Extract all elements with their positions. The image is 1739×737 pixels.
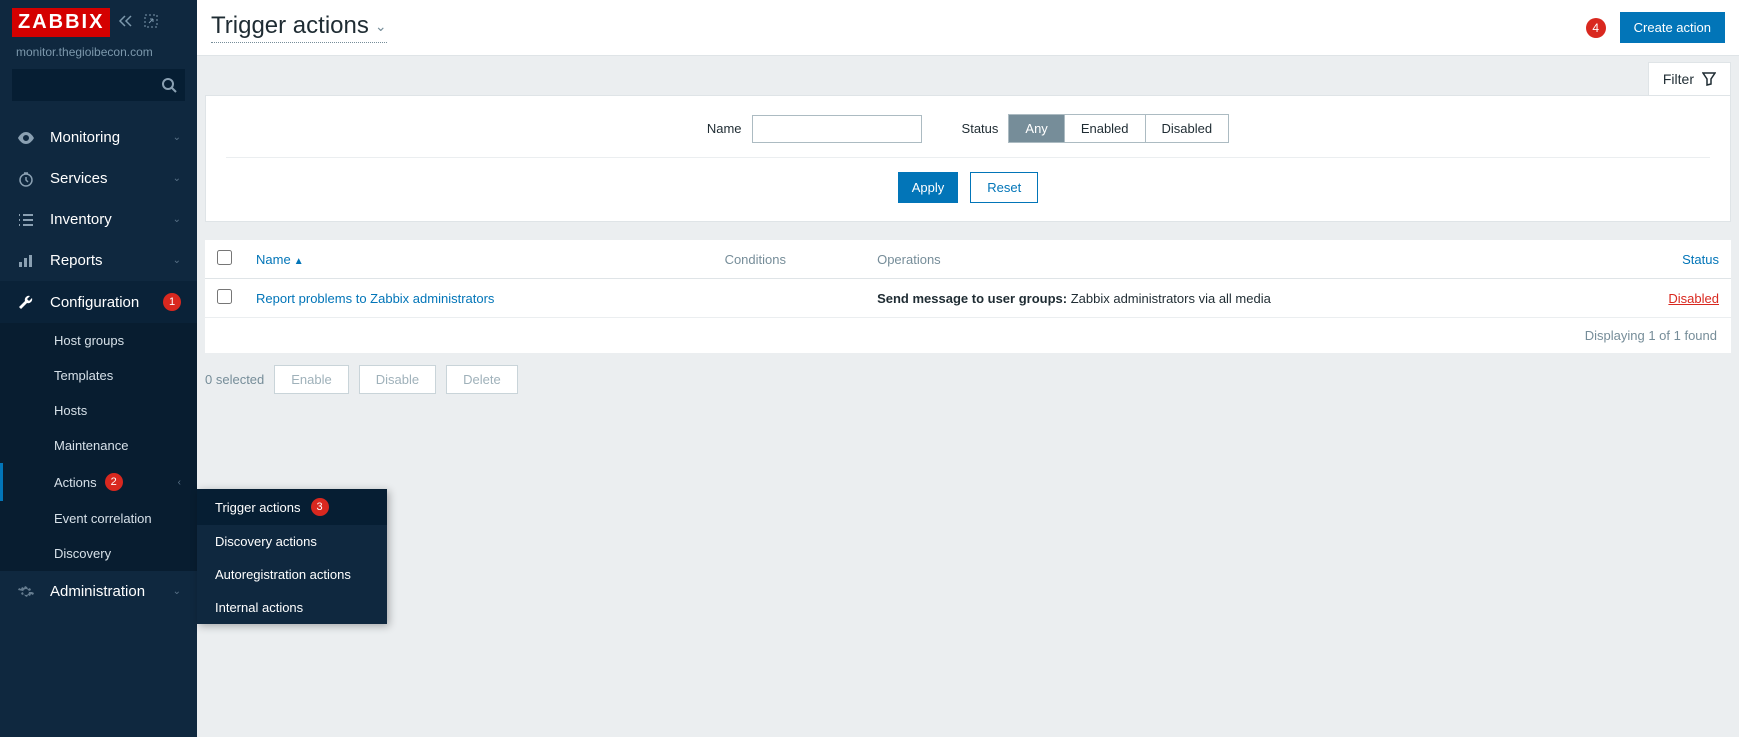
col-status[interactable]: Status xyxy=(1611,240,1731,279)
row-conditions xyxy=(713,279,866,318)
create-action-button[interactable]: Create action xyxy=(1620,12,1725,43)
nav-monitoring[interactable]: Monitoring ⌄ xyxy=(0,117,197,158)
flyout-discovery-actions[interactable]: Discovery actions xyxy=(197,525,387,558)
status-enabled[interactable]: Enabled xyxy=(1065,115,1146,142)
select-all-checkbox[interactable] xyxy=(217,250,232,265)
config-badge: 1 xyxy=(163,293,181,311)
col-conditions[interactable]: Conditions xyxy=(713,240,866,279)
sub-actions-label: Actions xyxy=(54,475,97,490)
sub-maintenance[interactable]: Maintenance xyxy=(0,428,197,463)
nav-configuration-label: Configuration xyxy=(50,294,149,311)
row-operations: Send message to user groups: Zabbix admi… xyxy=(865,279,1611,318)
sub-actions[interactable]: Actions 2 ‹ xyxy=(0,463,197,501)
filter-status-label: Status xyxy=(962,121,999,136)
flyout-trigger-label: Trigger actions xyxy=(215,500,301,515)
row-name-link[interactable]: Report problems to Zabbix administrators xyxy=(256,291,494,306)
status-any[interactable]: Any xyxy=(1009,115,1064,142)
mass-enable-button[interactable]: Enable xyxy=(274,365,348,394)
status-disabled[interactable]: Disabled xyxy=(1146,115,1229,142)
chevron-left-icon: ‹ xyxy=(178,477,181,488)
sub-templates[interactable]: Templates xyxy=(0,358,197,393)
nav-administration-label: Administration xyxy=(50,583,159,600)
chevron-down-icon: ⌄ xyxy=(173,173,181,184)
wrench-icon xyxy=(16,294,36,310)
status-radio-group: Any Enabled Disabled xyxy=(1008,114,1229,143)
header-badge: 4 xyxy=(1586,18,1606,38)
eye-icon xyxy=(16,132,36,144)
op-prefix: Send message to user groups: xyxy=(877,291,1067,306)
chevron-down-icon: ⌄ xyxy=(173,586,181,597)
search-input[interactable] xyxy=(12,69,185,101)
col-name[interactable]: Name▲ xyxy=(244,240,713,279)
search-icon xyxy=(161,77,177,93)
chevron-down-icon: ⌄ xyxy=(173,214,181,225)
mass-delete-button[interactable]: Delete xyxy=(446,365,518,394)
col-name-text: Name xyxy=(256,252,291,267)
page-title[interactable]: Trigger actions ⌄ xyxy=(211,12,387,43)
sub-discovery[interactable]: Discovery xyxy=(0,536,197,571)
chevron-down-icon: ⌄ xyxy=(173,255,181,266)
page-title-text: Trigger actions xyxy=(211,12,369,40)
apply-button[interactable]: Apply xyxy=(898,172,959,203)
table-row: Report problems to Zabbix administrators… xyxy=(205,279,1731,318)
chevron-down-icon: ⌄ xyxy=(173,132,181,143)
nav-services[interactable]: Services ⌄ xyxy=(0,158,197,199)
sub-host-groups[interactable]: Host groups xyxy=(0,323,197,358)
nav-services-label: Services xyxy=(50,170,159,187)
filter-toggle-label: Filter xyxy=(1663,71,1694,87)
logo[interactable]: ZABBIX xyxy=(12,8,110,37)
selected-count: 0 selected xyxy=(205,372,264,387)
chart-icon xyxy=(16,254,36,268)
sub-event-correlation[interactable]: Event correlation xyxy=(0,501,197,536)
nav-inventory-label: Inventory xyxy=(50,211,159,228)
nav-configuration[interactable]: Configuration 1 xyxy=(0,281,197,323)
row-status-link[interactable]: Disabled xyxy=(1668,291,1719,306)
nav-monitoring-label: Monitoring xyxy=(50,129,159,146)
sort-asc-icon: ▲ xyxy=(294,256,304,267)
gear-icon xyxy=(16,584,36,600)
filter-name-label: Name xyxy=(707,121,742,136)
nav-inventory[interactable]: Inventory ⌄ xyxy=(0,199,197,240)
collapse-icon[interactable] xyxy=(118,14,136,31)
flyout-autoreg-actions[interactable]: Autoregistration actions xyxy=(197,558,387,591)
actions-flyout: Trigger actions 3 Discovery actions Auto… xyxy=(197,489,387,624)
op-rest: Zabbix administrators via all media xyxy=(1067,291,1271,306)
nav-reports-label: Reports xyxy=(50,252,159,269)
filter-toggle[interactable]: Filter xyxy=(1648,62,1731,95)
table-footer: Displaying 1 of 1 found xyxy=(205,318,1731,353)
col-operations[interactable]: Operations xyxy=(865,240,1611,279)
mass-disable-button[interactable]: Disable xyxy=(359,365,436,394)
flyout-internal-actions[interactable]: Internal actions xyxy=(197,591,387,624)
row-checkbox[interactable] xyxy=(217,289,232,304)
clock-icon xyxy=(16,171,36,187)
chevron-down-icon: ⌄ xyxy=(375,18,387,35)
sub-hosts[interactable]: Hosts xyxy=(0,393,197,428)
host-label: monitor.thegioibecon.com xyxy=(0,45,197,69)
reset-button[interactable]: Reset xyxy=(970,172,1038,203)
filter-name-input[interactable] xyxy=(752,115,922,143)
expand-icon[interactable] xyxy=(144,14,158,31)
filter-icon xyxy=(1702,72,1716,86)
nav-administration[interactable]: Administration ⌄ xyxy=(0,571,197,612)
list-icon xyxy=(16,213,36,227)
flyout-trigger-badge: 3 xyxy=(311,498,329,516)
flyout-trigger-actions[interactable]: Trigger actions 3 xyxy=(197,489,387,525)
nav-reports[interactable]: Reports ⌄ xyxy=(0,240,197,281)
actions-badge: 2 xyxy=(105,473,123,491)
